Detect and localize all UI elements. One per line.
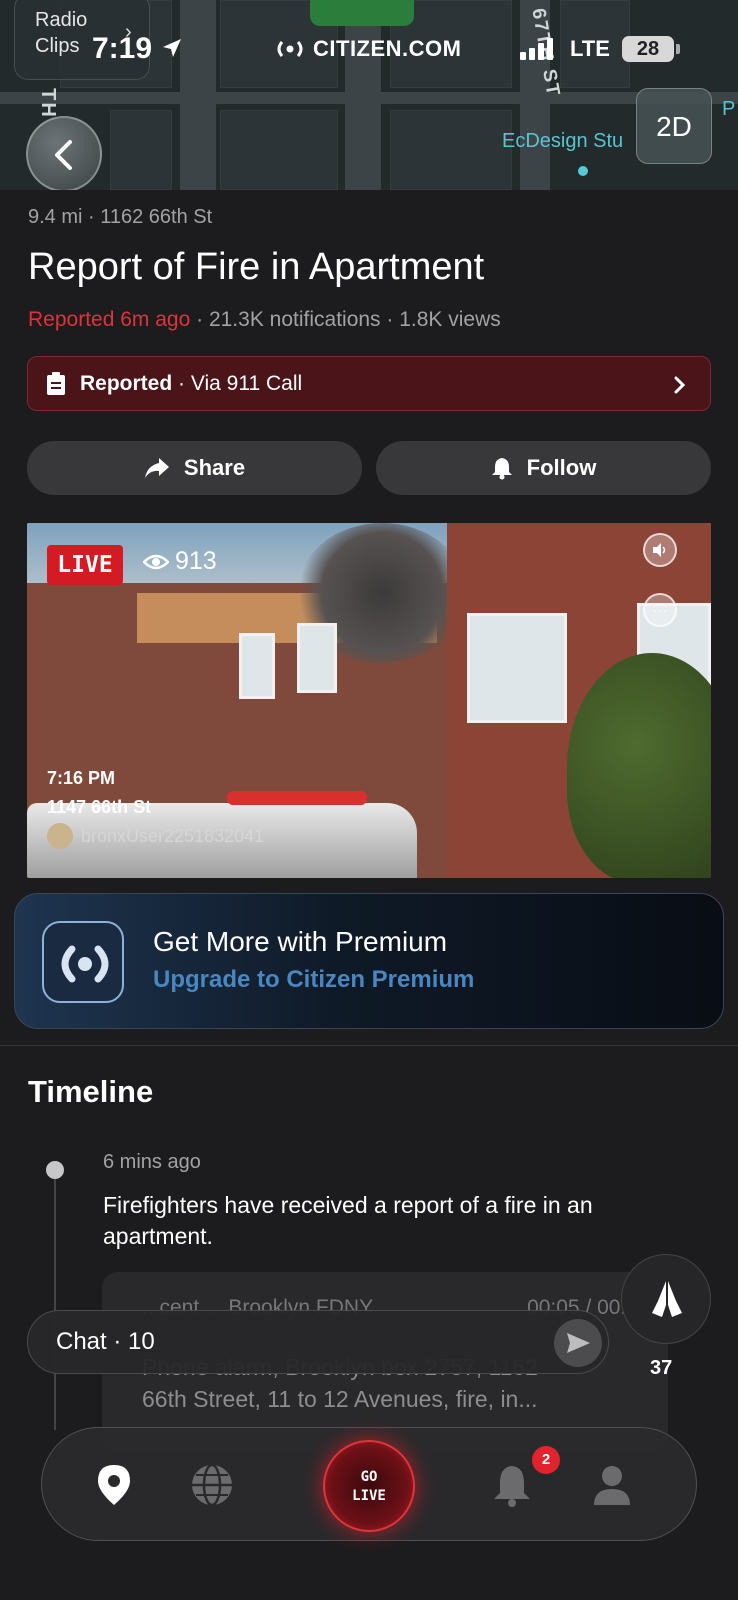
divider xyxy=(0,1045,738,1046)
poi-label[interactable]: EcDesign Stu xyxy=(502,130,623,153)
notification-badge: 2 xyxy=(532,1446,560,1474)
timeline-entry-text: Firefighters have received a report of a… xyxy=(103,1192,593,1249)
incident-status-bar[interactable]: Reported · Via 911 Call xyxy=(27,356,711,411)
location-arrow-icon xyxy=(160,36,184,65)
eye-icon xyxy=(143,554,169,569)
chat-label: Chat · 10 xyxy=(56,1328,155,1355)
go-live-label: GO xyxy=(360,1469,378,1485)
go-live-button[interactable]: GO LIVE xyxy=(323,1440,415,1532)
sound-toggle-button[interactable] xyxy=(643,533,677,567)
brand-label: CITIZEN.COM xyxy=(275,36,462,62)
back-button[interactable] xyxy=(26,116,102,190)
chat-input-bar[interactable]: Chat · 10 xyxy=(27,1310,609,1374)
clipboard-icon xyxy=(47,371,65,395)
map-marker-area xyxy=(310,0,414,26)
more-options-button[interactable]: ··· xyxy=(643,593,677,627)
timeline-dot xyxy=(46,1161,64,1179)
nav-notifications-button[interactable] xyxy=(488,1461,536,1509)
video-address: 1147 66th St xyxy=(47,797,152,817)
incident-title: Report of Fire in Apartment xyxy=(28,246,485,288)
status-time: 7:19 xyxy=(92,32,153,65)
status-source: · Via 911 Call xyxy=(172,371,303,395)
ellipsis-icon: ··· xyxy=(653,602,667,618)
premium-upgrade-link[interactable]: Upgrade to Citizen Premium xyxy=(153,966,474,994)
signal-icon xyxy=(520,38,553,60)
clip-transcript: 66th Street, 11 to 12 Avenues, fire, in.… xyxy=(142,1386,538,1412)
viewer-count: 913 xyxy=(143,547,217,576)
globe-icon xyxy=(192,1463,232,1507)
live-badge: LIVE xyxy=(47,545,123,585)
bell-icon xyxy=(494,1466,530,1507)
follow-label: Follow xyxy=(526,455,597,480)
pray-reaction-button[interactable] xyxy=(621,1254,711,1344)
avatar xyxy=(47,823,73,849)
map-view-toggle-button[interactable]: 2D xyxy=(636,88,712,164)
praying-hands-icon xyxy=(652,1281,682,1317)
person-icon xyxy=(594,1466,630,1505)
username: bronxUser2251832041 xyxy=(81,825,265,846)
send-button[interactable] xyxy=(554,1319,602,1367)
speaker-icon xyxy=(653,543,666,557)
timeline-line xyxy=(54,1170,56,1430)
network-type: LTE xyxy=(570,36,610,61)
chevron-left-icon xyxy=(55,140,72,170)
pray-count: 37 xyxy=(650,1357,673,1379)
poi-marker-icon xyxy=(578,166,588,176)
battery-icon: 28 xyxy=(622,36,680,62)
viewer-count-value: 913 xyxy=(175,547,217,575)
distance-address: 9.4 mi · 1162 66th St xyxy=(28,206,213,228)
bell-icon xyxy=(491,458,512,480)
incident-stats: Reported 6m ago · 21.3K notifications · … xyxy=(28,308,501,332)
poi-label[interactable]: P xyxy=(722,98,735,121)
notification-view-counts: · 21.3K notifications · 1.8K views xyxy=(190,308,501,331)
nav-profile-button[interactable] xyxy=(588,1461,636,1509)
share-label: Share xyxy=(183,455,246,480)
status-label: Reported xyxy=(80,371,173,395)
map-pin-icon xyxy=(98,1465,130,1505)
nav-explore-button[interactable] xyxy=(188,1461,236,1509)
share-button[interactable]: Share xyxy=(27,441,362,495)
brand-text: CITIZEN.COM xyxy=(313,36,462,61)
send-icon xyxy=(567,1333,590,1353)
live-video-player[interactable]: LIVE 913 ··· 7:16 PM 1147 66th St bronxU… xyxy=(27,523,711,878)
chevron-right-icon xyxy=(668,371,692,404)
citizen-logo-icon xyxy=(42,921,124,1003)
premium-banner[interactable]: Get More with Premium Upgrade to Citizen… xyxy=(14,893,724,1029)
citizen-logo-icon xyxy=(277,41,303,57)
nav-map-button[interactable] xyxy=(90,1461,138,1509)
video-uploader[interactable]: bronxUser2251832041 xyxy=(47,823,264,849)
street-label: TH xyxy=(36,88,59,119)
follow-button[interactable]: Follow xyxy=(376,441,711,495)
share-arrow-icon xyxy=(144,458,169,478)
status-bar: 7:19 CITIZEN.COM LTE 28 xyxy=(0,30,738,70)
go-live-label: LIVE xyxy=(352,1488,386,1504)
video-time: 7:16 PM xyxy=(47,768,116,788)
reported-time: Reported 6m ago xyxy=(28,308,191,331)
timeline-entry-time: 6 mins ago xyxy=(103,1151,201,1173)
premium-heading: Get More with Premium xyxy=(153,926,448,957)
bottom-nav: GO LIVE 2 xyxy=(41,1427,697,1541)
timeline-title: Timeline xyxy=(28,1074,154,1109)
radio-clips-label: Radio xyxy=(35,9,88,31)
incident-map[interactable]: TH 67TH ST EcDesign Stu P Radio Clips › … xyxy=(0,0,738,190)
